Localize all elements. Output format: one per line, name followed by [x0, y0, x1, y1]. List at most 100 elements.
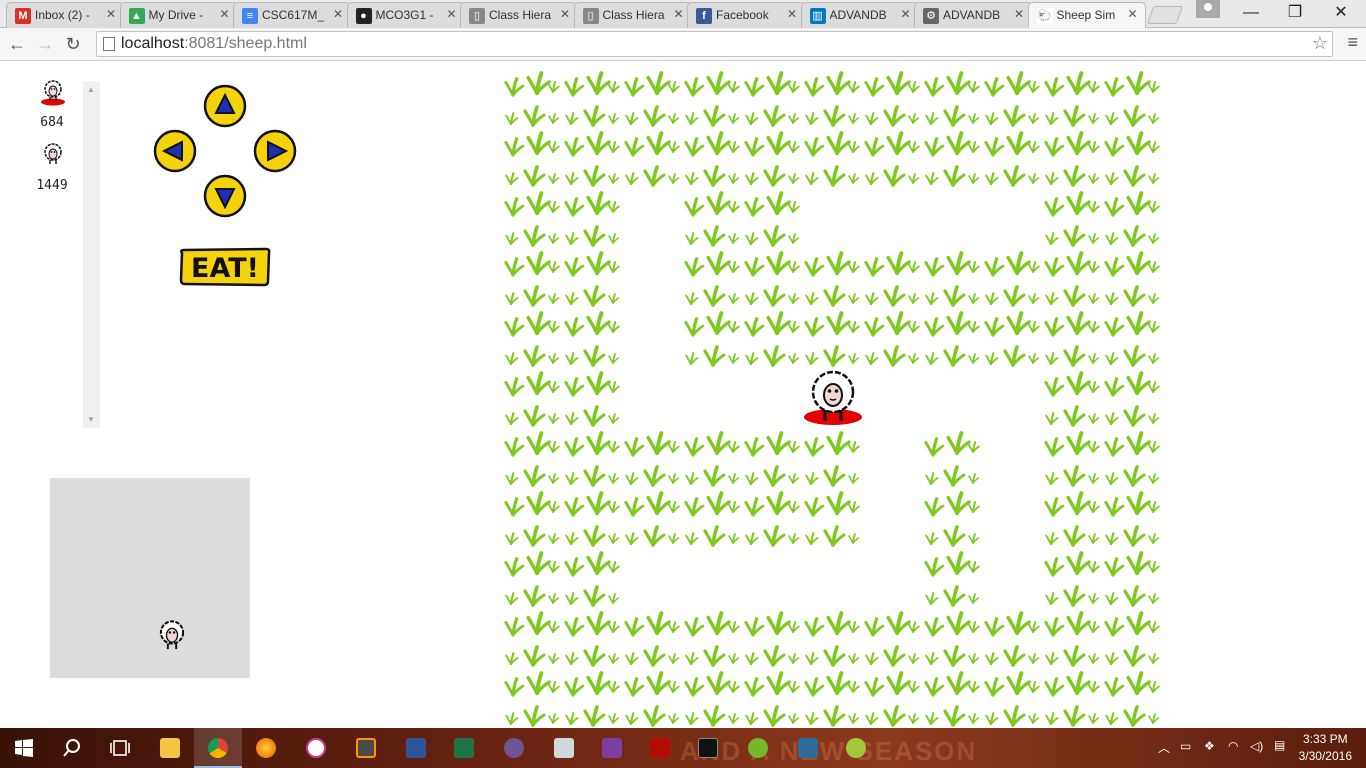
mysql-workbench-icon — [798, 738, 818, 758]
grass-tile — [563, 607, 623, 667]
browser-tab[interactable]: ⚙ ADVANDB ✕ — [914, 2, 1032, 28]
taskbar-utorrent[interactable] — [734, 728, 782, 768]
gmail-icon: M — [15, 8, 31, 24]
bookmark-star-icon[interactable]: ☆ — [1312, 33, 1328, 54]
taskbar-terminal[interactable] — [684, 728, 732, 768]
grass-tile — [803, 67, 863, 127]
browser-tab[interactable]: ● MCO3G1 - ✕ — [346, 2, 465, 28]
player-sheep — [803, 367, 863, 427]
taskbar-clock[interactable]: 3:33 PM 3/30/2016 — [1299, 731, 1352, 765]
taskbar-chrome[interactable] — [194, 728, 242, 768]
close-tab-icon[interactable]: ✕ — [787, 7, 797, 21]
grass-tile — [803, 307, 863, 367]
page-content: 684 1449 ▲ ▼ EAT! — [0, 61, 1366, 728]
volume-icon[interactable]: ◁) — [1250, 739, 1263, 753]
grass-tile — [923, 547, 983, 607]
back-button[interactable]: ← — [4, 32, 30, 56]
close-tab-icon[interactable]: ✕ — [1014, 7, 1024, 21]
close-window-button[interactable]: ✕ — [1318, 2, 1364, 24]
minimize-button[interactable]: — — [1228, 2, 1274, 24]
taskbar-sublime[interactable] — [342, 728, 390, 768]
url-text[interactable]: localhost:8081/sheep.html — [121, 35, 307, 53]
grass-tile — [503, 247, 563, 307]
forward-button[interactable]: → — [32, 32, 58, 56]
taskbar-photos[interactable] — [540, 728, 588, 768]
score-item[interactable]: 684 — [30, 79, 74, 142]
grass-tile — [923, 427, 983, 487]
taskbar-mysql-workbench[interactable] — [784, 728, 832, 768]
scroll-up-icon[interactable]: ▲ — [87, 85, 95, 94]
grass-tile — [1043, 367, 1103, 427]
taskbar-file-explorer[interactable] — [146, 728, 194, 768]
browser-tab[interactable]: ▲ My Drive - ✕ — [119, 2, 238, 28]
move-left-button[interactable] — [153, 129, 197, 173]
move-down-button[interactable] — [203, 174, 247, 218]
task-view-button[interactable] — [96, 728, 144, 768]
browser-tab[interactable]: ▥ ADVANDB ✕ — [800, 2, 919, 28]
close-tab-icon[interactable]: ✕ — [560, 7, 570, 21]
close-tab-icon[interactable]: ✕ — [333, 7, 343, 21]
show-hidden-icons[interactable]: ︿ — [1158, 739, 1170, 756]
score-list[interactable]: 684 1449 — [30, 79, 84, 205]
windows-icon — [15, 739, 33, 757]
dropbox-icon[interactable]: ❖ — [1204, 739, 1215, 753]
grass-tile — [683, 127, 743, 187]
word-icon — [406, 738, 426, 758]
close-tab-icon[interactable]: ✕ — [106, 7, 116, 21]
close-tab-icon[interactable]: ✕ — [900, 7, 910, 21]
reload-button[interactable]: ↻ — [60, 32, 86, 56]
taskbar-github-desktop[interactable] — [490, 728, 538, 768]
system-tray: ︿ ▭ ❖ ◠ ◁) ▤ 3:33 PM 3/30/2016 — [1136, 728, 1366, 768]
grass-tile — [563, 307, 623, 367]
taskbar-itunes[interactable] — [292, 728, 340, 768]
game-field[interactable] — [503, 67, 1163, 727]
grass-tile — [623, 67, 683, 127]
browser-tab[interactable]: ≡ CSC617M_ ✕ — [233, 2, 351, 28]
taskbar-excel[interactable] — [440, 728, 488, 768]
score-item[interactable]: 1449 — [30, 142, 74, 205]
move-up-button[interactable] — [203, 84, 247, 128]
search-button[interactable] — [48, 728, 96, 768]
profile-icon[interactable] — [1196, 0, 1220, 18]
close-tab-icon[interactable]: ✕ — [673, 7, 683, 21]
trello-icon: ▥ — [809, 8, 826, 24]
taskbar-acrobat[interactable] — [636, 728, 684, 768]
terminal-icon — [698, 738, 718, 758]
grass-tile — [563, 187, 623, 247]
taskbar-firefox[interactable] — [242, 728, 290, 768]
grass-tile — [983, 307, 1043, 367]
taskbar-android-studio[interactable] — [832, 728, 880, 768]
maximize-button[interactable]: ❐ — [1272, 2, 1318, 24]
wifi-icon[interactable]: ◠ — [1228, 739, 1238, 753]
battery-icon[interactable]: ▭ — [1180, 739, 1191, 753]
start-button[interactable] — [0, 728, 48, 768]
eat-button[interactable]: EAT! — [178, 247, 272, 287]
scroll-down-icon[interactable]: ▼ — [87, 415, 95, 424]
taskbar-word[interactable] — [392, 728, 440, 768]
close-tab-icon[interactable]: ✕ — [1127, 7, 1137, 21]
notifications-icon[interactable]: ▤ — [1274, 738, 1285, 752]
close-tab-icon[interactable]: ✕ — [219, 7, 229, 21]
browser-tab[interactable]: ▯ Class Hiera ✕ — [460, 2, 578, 28]
taskbar-game[interactable] — [588, 728, 636, 768]
tab-title: Class Hiera — [602, 8, 665, 22]
grass-tile — [683, 427, 743, 487]
grass-tile — [743, 67, 803, 127]
grass-tile — [803, 247, 863, 307]
sheep-shadow-marker — [41, 98, 65, 106]
grass-tile — [983, 667, 1043, 727]
close-tab-icon[interactable]: ✕ — [446, 7, 456, 21]
eat-label: EAT! — [191, 253, 259, 284]
new-tab-button[interactable] — [1146, 6, 1184, 24]
chrome-menu-icon[interactable]: ≡ — [1347, 32, 1358, 53]
browser-tab[interactable]: f Facebook ✕ — [687, 2, 805, 28]
address-bar[interactable]: localhost:8081/sheep.html ☆ — [96, 31, 1333, 57]
grass-tile — [683, 187, 743, 247]
browser-tab[interactable]: 🐑 Sheep Sim ✕ — [1027, 2, 1146, 28]
browser-tab[interactable]: ▯ Class Hiera ✕ — [573, 2, 692, 28]
score-list-scrollbar[interactable]: ▲ ▼ — [83, 81, 100, 428]
browser-tab[interactable]: M Inbox (2) - ✕ — [6, 2, 124, 28]
grass-tile — [863, 307, 923, 367]
move-right-button[interactable] — [253, 129, 297, 173]
grass-tile — [803, 607, 863, 667]
